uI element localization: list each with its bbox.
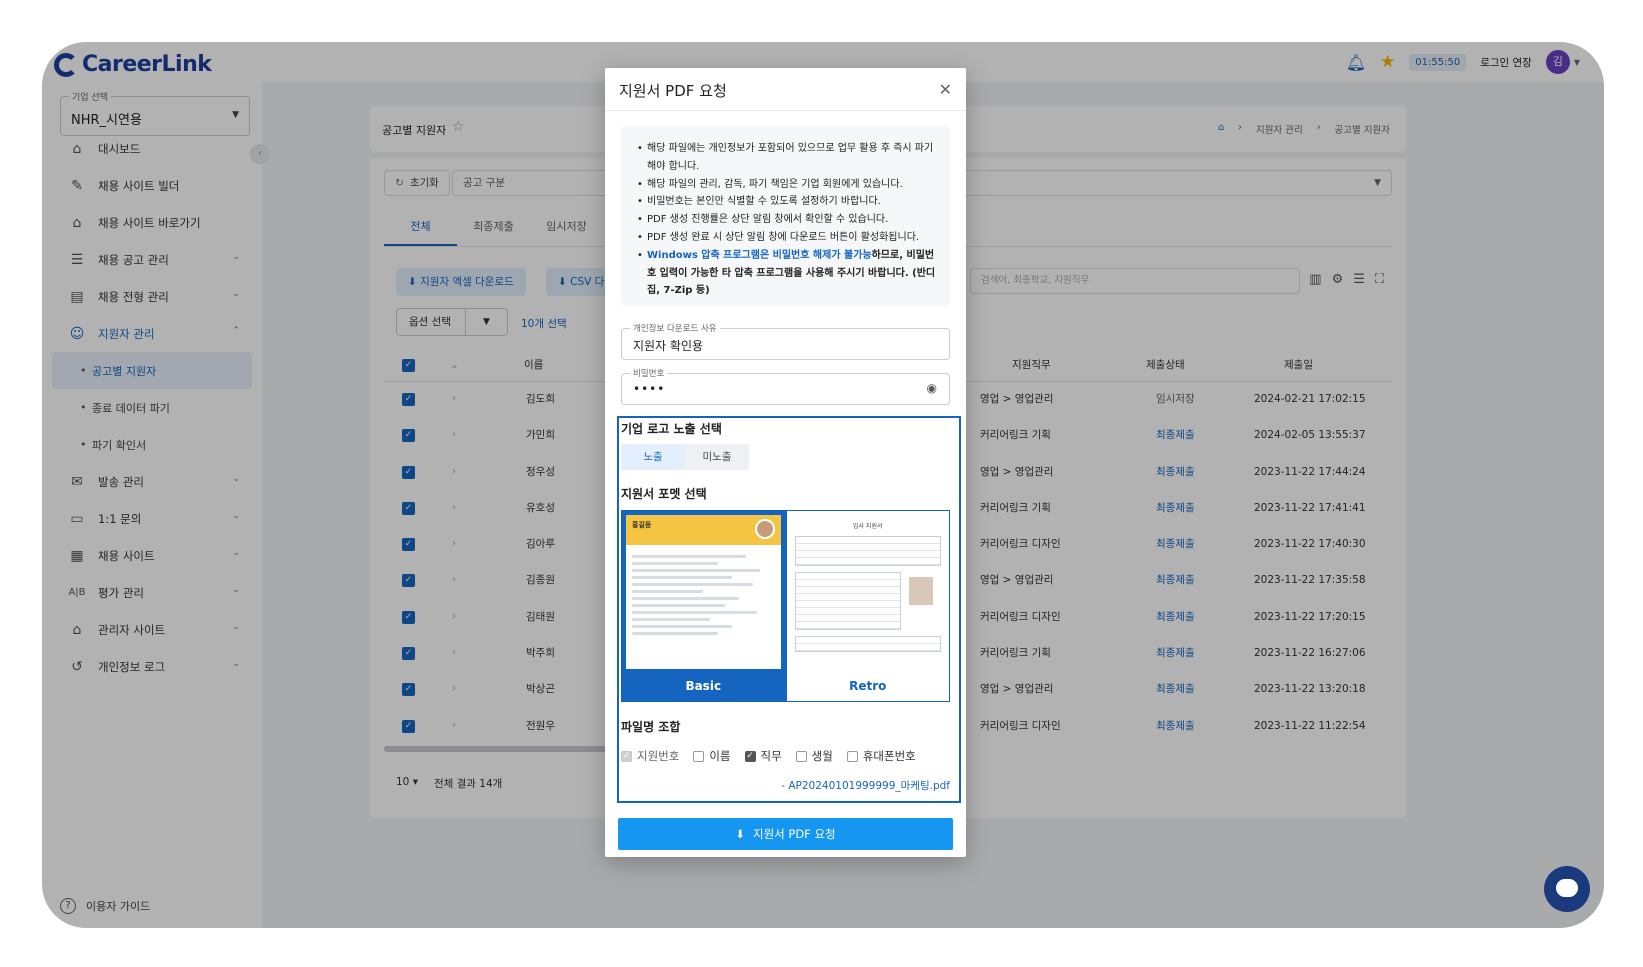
notice-item: 해당 파일의 관리, 감독, 파기 책임은 기업 회원에게 있습니다. bbox=[637, 176, 936, 194]
pdf-request-modal: 지원서 PDF 요청 ✕ 해당 파일에는 개인정보가 포함되어 있으므로 업무 … bbox=[605, 68, 966, 857]
option-label: 직무 bbox=[760, 749, 782, 763]
format-retro-label: Retro bbox=[849, 679, 887, 693]
format-basic-label: Basic bbox=[685, 679, 722, 693]
download-reason-field[interactable]: 개인정보 다운로드 사유 지원자 확인용 bbox=[621, 322, 950, 360]
download-reason-label: 개인정보 다운로드 사유 bbox=[630, 322, 720, 334]
option-label: 휴대폰번호 bbox=[862, 749, 916, 763]
download-reason-value: 지원자 확인용 bbox=[633, 339, 704, 353]
notice-item: 비밀번호는 본인만 식별할 수 있도록 설정하기 바랍니다. bbox=[637, 193, 936, 211]
pdf-request-button[interactable]: ⬇ 지원서 PDF 요청 bbox=[618, 818, 953, 850]
retro-preview-image: 입사 지원서 bbox=[790, 515, 945, 669]
filename-section-title: 파일명 조합 bbox=[621, 720, 681, 734]
eye-icon[interactable]: ◉ bbox=[927, 381, 937, 395]
checkbox-icon[interactable]: ✓ bbox=[744, 750, 756, 762]
password-label: 비밀번호 bbox=[630, 367, 668, 379]
filename-option-birth-month[interactable]: 생월 bbox=[795, 748, 833, 764]
filename-preview: - AP20240101999999_마케팅.pdf bbox=[781, 780, 950, 792]
option-label: 지원번호 bbox=[637, 749, 680, 763]
format-section-title: 지원서 포멧 선택 bbox=[621, 487, 707, 501]
chat-support-button[interactable] bbox=[1544, 866, 1590, 912]
logo-section-title: 기업 로고 노출 선택 bbox=[621, 422, 722, 436]
format-options: 홍길동 Basic 입사 지원서 Retro bbox=[621, 510, 950, 702]
photo-icon bbox=[754, 519, 775, 539]
checkbox-icon: ✓ bbox=[621, 750, 632, 762]
logo-show-option[interactable]: 노출 bbox=[621, 444, 685, 470]
notice-item: Windows 압축 프로그램은 비밀번호 해제가 불가능하므로, 비밀번호 입… bbox=[637, 247, 936, 300]
filename-option-phone[interactable]: 휴대폰번호 bbox=[846, 748, 916, 764]
basic-preview-image: 홍길동 bbox=[626, 515, 781, 669]
option-label: 생월 bbox=[811, 749, 833, 763]
logo-hide-option[interactable]: 미노출 bbox=[685, 444, 749, 470]
retro-preview-title: 입사 지원서 bbox=[852, 523, 883, 530]
checkbox-icon[interactable] bbox=[795, 750, 807, 762]
modal-header-divider bbox=[605, 110, 966, 111]
logo-toggle: 노출 미노출 bbox=[621, 444, 749, 470]
password-value: •••• bbox=[633, 382, 666, 396]
pdf-request-label: 지원서 PDF 요청 bbox=[753, 827, 836, 841]
notice-item: 해당 파일에는 개인정보가 포함되어 있으므로 업무 활용 후 즉시 파기해야 … bbox=[637, 140, 936, 176]
privacy-notice: 해당 파일에는 개인정보가 포함되어 있으므로 업무 활용 후 즉시 파기해야 … bbox=[621, 126, 950, 306]
notice-item: PDF 생성 완료 시 상단 알림 창에 다운로드 버튼이 활성화됩니다. bbox=[637, 229, 936, 247]
checkbox-icon[interactable] bbox=[693, 750, 705, 762]
filename-option-applicant-no: ✓ 지원번호 bbox=[621, 748, 679, 764]
format-basic-option[interactable]: 홍길동 Basic bbox=[621, 510, 786, 702]
checkbox-icon[interactable] bbox=[846, 750, 858, 762]
close-icon[interactable]: ✕ bbox=[939, 80, 952, 99]
option-label: 이름 bbox=[709, 749, 731, 763]
notice-windows-warning: Windows 압축 프로그램은 비밀번호 해제가 불가능 bbox=[647, 249, 872, 261]
basic-preview-name: 홍길동 bbox=[632, 521, 652, 529]
modal-title: 지원서 PDF 요청 bbox=[619, 82, 727, 100]
password-field[interactable]: 비밀번호 •••• ◉ bbox=[621, 367, 950, 405]
download-icon: ⬇ bbox=[735, 827, 745, 841]
filename-option-name[interactable]: 이름 bbox=[693, 748, 731, 764]
notice-item: PDF 생성 진행률은 상단 알림 창에서 확인할 수 있습니다. bbox=[637, 211, 936, 229]
photo-icon bbox=[909, 577, 933, 605]
format-retro-option[interactable]: 입사 지원서 Retro bbox=[785, 510, 950, 702]
filename-option-job[interactable]: ✓ 직무 bbox=[744, 748, 782, 764]
filename-options: ✓ 지원번호 이름 ✓ 직무 생월 휴대폰번호 bbox=[621, 748, 916, 764]
